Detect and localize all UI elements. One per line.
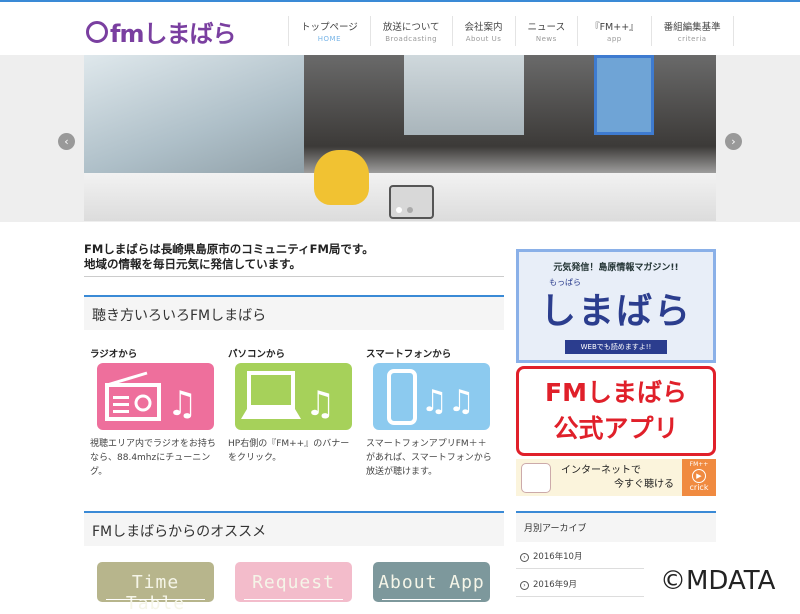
app-logo-icon — [521, 462, 551, 493]
archive-item[interactable]: › 2016年10月 — [516, 541, 644, 569]
slider-next-button[interactable]: › — [725, 133, 742, 150]
listen-label: スマートフォンから — [366, 349, 452, 360]
nav-sublabel: app — [607, 35, 622, 43]
nav-sublabel: News — [535, 35, 557, 43]
magazine-banner[interactable]: 元気発信！島原情報マガジン!! もっぱら しまばら WEBでも読めますよ!! — [516, 249, 716, 363]
nav-label: ニュース — [527, 22, 566, 33]
archive-heading: 月別アーカイブ — [516, 511, 716, 542]
magazine-tagline: 元気発信！島原情報マガジン!! — [553, 263, 679, 273]
nav-criteria[interactable]: 番組編集基準 criteria — [652, 16, 734, 46]
listen-smartphone: スマートフォンから ♫♫ スマートフォンアプリFM＋＋があれば、スマートフォンか… — [366, 346, 494, 479]
internet-listen-banner[interactable]: インターネットで今すぐ聴ける FM++ ▶ crick — [516, 459, 716, 496]
hero-slider-image — [84, 55, 716, 221]
nav-sublabel: HOME — [317, 35, 342, 43]
nav-news[interactable]: ニュース News — [516, 16, 579, 46]
laptop-icon[interactable]: ♫ — [235, 363, 352, 430]
official-app-banner[interactable]: FMしまばら 公式アプリ — [516, 366, 716, 456]
archive-item[interactable]: › 2016年9月 — [516, 569, 644, 597]
crick-badge: FM++ — [689, 461, 709, 468]
radio-icon[interactable]: ♫ — [97, 363, 214, 430]
intro-line: FMしまばらは長崎県島原市のコミュニティFM局です。 — [84, 242, 374, 256]
studio-window — [84, 55, 304, 175]
nav-about-us[interactable]: 会社案内 About Us — [453, 16, 516, 46]
smartphone-icon[interactable]: ♫♫ — [373, 363, 490, 430]
archive-item-label: 2016年9月 — [533, 580, 578, 590]
time-table-button[interactable]: Time Table — [97, 562, 214, 614]
nav-broadcasting[interactable]: 放送について Broadcasting — [371, 16, 453, 46]
nav-label: 『FM++』 — [590, 22, 639, 33]
chevron-right-icon: › — [520, 581, 529, 590]
svg-text:♫♫: ♫♫ — [421, 384, 475, 419]
nav-sublabel: Broadcasting — [385, 35, 438, 43]
app-banner-line: 公式アプリ — [553, 414, 679, 443]
chevron-right-icon: › — [520, 553, 529, 562]
main-nav: トップページ HOME 放送について Broadcasting 会社案内 About … — [288, 16, 734, 46]
play-icon: FM++ ▶ crick — [682, 459, 716, 496]
mascot-plush — [314, 150, 369, 205]
listen-pc: パソコンから ♫ HP右側の『FM++』のバナーをクリック。 — [228, 346, 356, 465]
nav-sublabel: About Us — [465, 35, 502, 43]
nav-label: 放送について — [382, 22, 440, 33]
app-banner-line: FMしまばら — [545, 378, 687, 407]
listen-desc: 視聴エリア内でラジオをお持ちなら、88.4mhzにチューニング。 — [90, 439, 216, 477]
intro-line: 地域の情報を毎日元気に発信しています。 — [84, 257, 302, 271]
listen-desc: HP右側の『FM++』のバナーをクリック。 — [228, 439, 350, 463]
intro-text: FMしまばらは長崎県島原市のコミュニティFM局です。 地域の情報を毎日元気に発信… — [84, 242, 504, 277]
nav-label: トップページ — [301, 22, 358, 33]
net-banner-line: 今すぐ聴ける — [614, 478, 674, 490]
studio-window — [404, 55, 524, 135]
svg-text:♫: ♫ — [305, 384, 335, 424]
section-heading-listen: 聴き方いろいろFMしまばら — [84, 295, 504, 330]
nav-label: 番組編集基準 — [663, 22, 721, 33]
slider-dots — [396, 207, 413, 213]
logo-mascot-icon — [86, 20, 108, 43]
archive-item-label: 2016年10月 — [533, 552, 583, 562]
listen-desc: スマートフォンアプリFM＋＋があれば、スマートフォンから放送が聴けます。 — [366, 439, 492, 477]
slider-prev-button[interactable]: ‹ — [58, 133, 75, 150]
watermark: ©MDATA — [660, 566, 776, 596]
listen-label: ラジオから — [90, 349, 138, 360]
nav-app[interactable]: 『FM++』 app — [578, 16, 652, 46]
site-logo[interactable]: fmしまばら — [86, 14, 236, 49]
studio-clock — [389, 185, 434, 219]
listen-label: パソコンから — [228, 349, 286, 360]
slider-dot[interactable] — [396, 207, 402, 213]
top-accent-line — [0, 0, 800, 2]
logo-text: fmしまばら — [110, 20, 236, 48]
nav-sublabel: criteria — [677, 35, 707, 43]
section-heading-recommend: FMしまばらからのオススメ — [84, 511, 504, 546]
net-banner-line: インターネットで — [561, 464, 641, 476]
nav-home[interactable]: トップページ HOME — [289, 16, 371, 46]
magazine-title: しまばら — [539, 291, 692, 332]
slider-dot[interactable] — [407, 207, 413, 213]
nav-label: 会社案内 — [464, 22, 503, 33]
svg-text:♫: ♫ — [167, 384, 197, 424]
crick-label: crick — [689, 483, 709, 492]
listen-radio: ラジオから ♫ 視聴エリア内でラジオをお持ちなら、88.4mhzにチューニング。 — [90, 346, 218, 479]
magazine-subtitle: WEBでも読めますよ!! — [564, 340, 668, 354]
about-app-button[interactable]: About App — [373, 562, 490, 602]
request-button[interactable]: Request — [235, 562, 352, 602]
studio-window — [594, 55, 654, 135]
